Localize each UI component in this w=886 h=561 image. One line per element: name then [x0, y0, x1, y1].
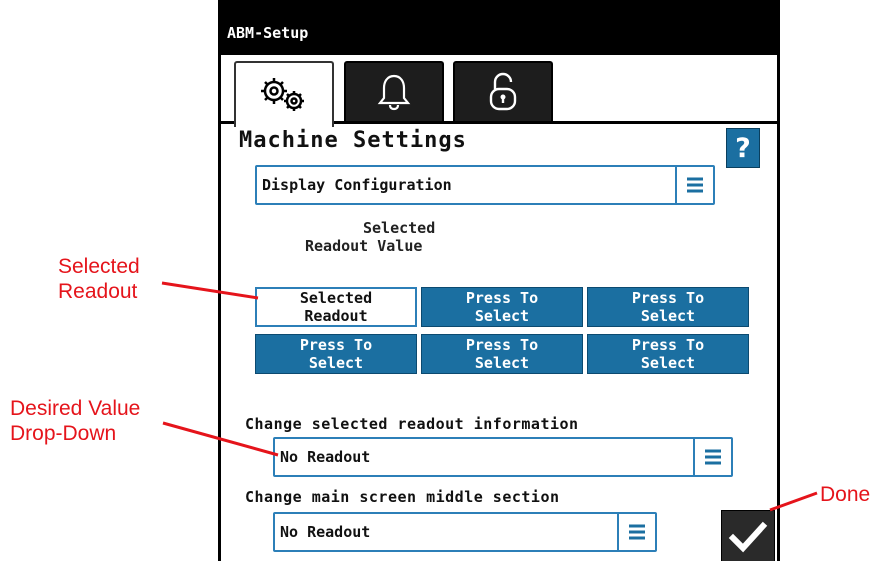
tab-alarms[interactable]	[344, 61, 444, 121]
title-bar: ABM-Setup	[221, 0, 777, 55]
done-button[interactable]	[721, 510, 775, 561]
readout-button-line2: Select	[474, 354, 530, 372]
callout-desired-value: Desired Value Drop-Down	[10, 396, 140, 446]
tab-strip	[221, 55, 777, 127]
tab-lock[interactable]	[453, 61, 553, 121]
page-title: Machine Settings	[239, 128, 467, 153]
callout-line: Readout	[58, 280, 138, 303]
readout-button-5[interactable]: Press To Select	[421, 334, 583, 374]
window-title: ABM-Setup	[227, 24, 309, 42]
middle-section-dropdown[interactable]: No Readout	[273, 512, 657, 552]
callout-line: Desired Value	[10, 397, 141, 420]
checkmark-icon	[728, 521, 768, 553]
readout-button-line1: Press To	[631, 336, 705, 354]
config-dropdown-value: Display Configuration	[262, 176, 452, 194]
selected-title-line1: Selected	[363, 219, 436, 237]
readout-button-line1: Press To	[299, 336, 373, 354]
readout-button-line1: Press To	[631, 289, 705, 307]
readout-value-dropdown-value: No Readout	[280, 448, 371, 466]
callout-line: Drop-Down	[10, 422, 117, 445]
readout-button-line1: Selected	[299, 289, 373, 307]
readout-button-1[interactable]: Selected Readout	[255, 287, 417, 327]
menu-lines-icon[interactable]	[617, 514, 655, 550]
readout-button-line1: Press To	[465, 336, 539, 354]
readout-button-line2: Select	[308, 354, 364, 372]
readout-value-dropdown[interactable]: No Readout	[273, 437, 733, 477]
callout-done: Done	[820, 482, 870, 507]
readout-button-line1: Press To	[465, 289, 539, 307]
lock-icon	[489, 72, 517, 111]
device-screen: ABM-Setup Machine Settings ? Display Con…	[218, 0, 780, 561]
change-readout-label: Change selected readout information	[245, 415, 579, 433]
readout-button-2[interactable]: Press To Select	[421, 287, 583, 327]
readout-button-4[interactable]: Press To Select	[255, 334, 417, 374]
callout-line: Selected	[58, 255, 140, 278]
callout-selected-readout: Selected Readout	[58, 254, 140, 304]
help-button[interactable]: ?	[726, 128, 760, 168]
readout-button-line2: Readout	[304, 307, 368, 325]
readout-button-line2: Select	[640, 307, 696, 325]
config-dropdown[interactable]: Display Configuration	[255, 165, 715, 205]
menu-lines-icon[interactable]	[675, 167, 713, 203]
tab-settings[interactable]	[234, 61, 334, 127]
readout-button-line2: Select	[474, 307, 530, 325]
bell-icon	[377, 74, 411, 111]
selected-title-line2: Readout Value	[305, 237, 423, 255]
change-middle-label: Change main screen middle section	[245, 488, 560, 506]
gears-icon	[261, 78, 304, 111]
readout-button-6[interactable]: Press To Select	[587, 334, 749, 374]
callout-line: Done	[820, 483, 871, 506]
menu-lines-icon[interactable]	[693, 439, 731, 475]
readout-button-line2: Select	[640, 354, 696, 372]
readout-button-3[interactable]: Press To Select	[587, 287, 749, 327]
middle-section-dropdown-value: No Readout	[280, 523, 371, 541]
